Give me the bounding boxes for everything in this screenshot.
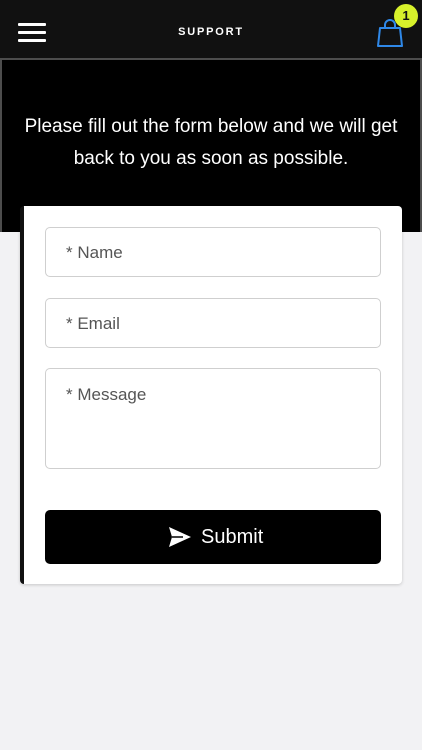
name-field[interactable]: * Name	[45, 227, 381, 277]
name-placeholder: * Name	[66, 243, 123, 262]
top-navigation-bar: SUPPORT	[0, 0, 422, 58]
email-field[interactable]: * Email	[45, 298, 381, 348]
message-field[interactable]: * Message	[45, 368, 381, 469]
message-placeholder: * Message	[66, 385, 147, 404]
email-placeholder: * Email	[66, 314, 120, 333]
submit-label: Submit	[201, 526, 264, 548]
cart-count-badge: 1	[394, 4, 418, 28]
page-title: SUPPORT	[178, 26, 244, 38]
form-intro-text: Please fill out the form below and we wi…	[24, 116, 398, 169]
submit-button-content: Submit	[167, 523, 263, 551]
submit-button[interactable]: Submit	[45, 510, 381, 564]
hamburger-line	[18, 39, 46, 42]
send-icon	[169, 527, 191, 547]
